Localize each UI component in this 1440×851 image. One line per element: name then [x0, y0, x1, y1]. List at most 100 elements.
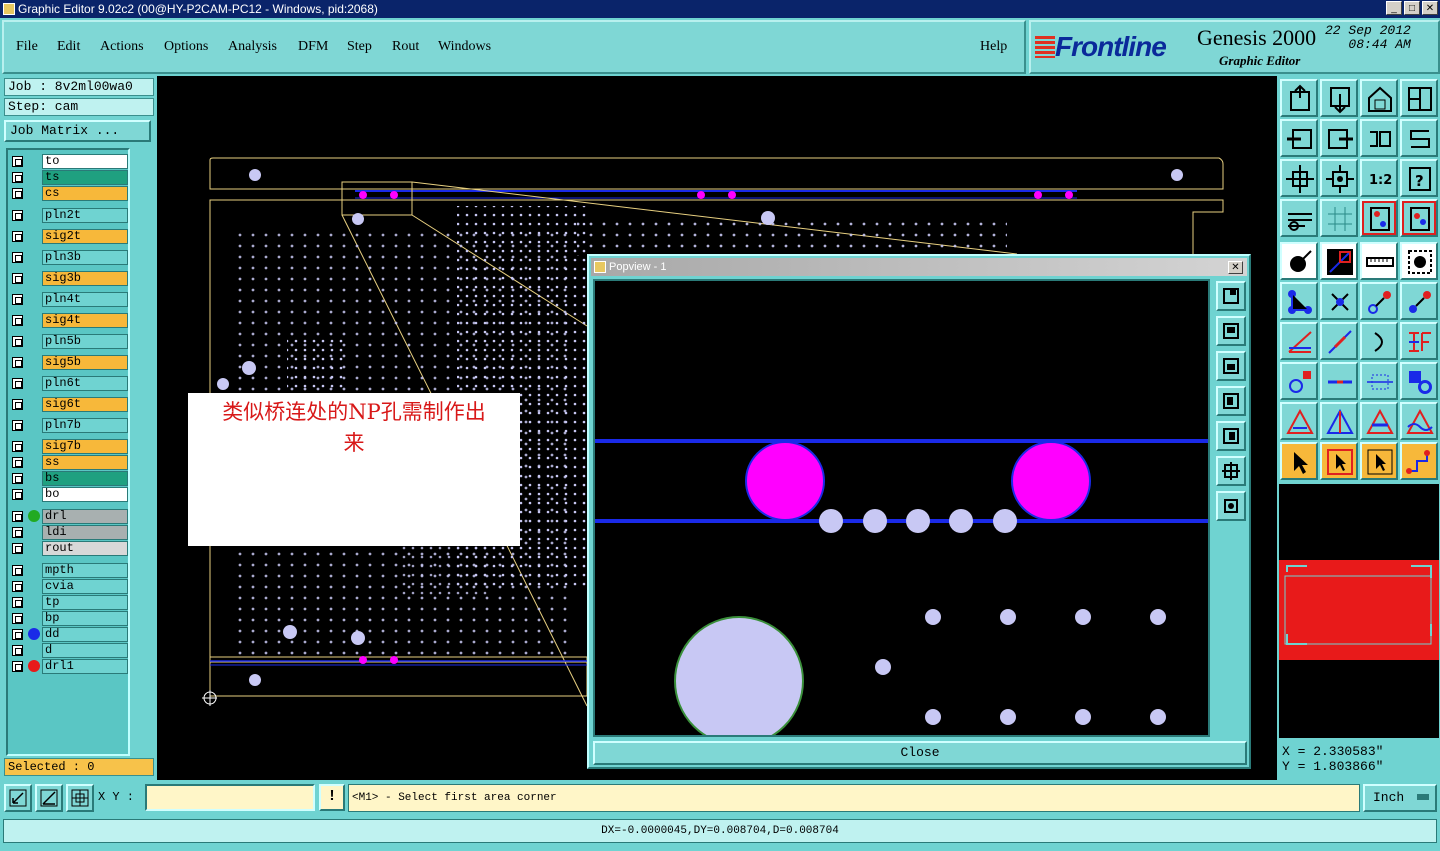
layer-name[interactable]: drl [42, 509, 128, 524]
layer-checkbox[interactable] [12, 231, 23, 242]
polygon-red-icon[interactable] [1280, 402, 1318, 440]
layer-checkbox[interactable] [12, 489, 23, 500]
menu-edit[interactable]: Edit [57, 39, 80, 55]
layer-row-pln5b[interactable]: pln5b [10, 334, 128, 349]
layer-checkbox[interactable] [12, 210, 23, 221]
snap-connect-icon[interactable] [1400, 199, 1438, 237]
segment-icon[interactable] [1320, 362, 1358, 400]
layer-name[interactable]: cvia [42, 579, 128, 594]
layer-row-mpth[interactable]: mpth [10, 563, 128, 578]
layer-checkbox[interactable] [12, 273, 23, 284]
maximize-button[interactable]: □ [1404, 1, 1420, 15]
layer-row-bs[interactable]: bs [10, 471, 128, 486]
pointer-select-icon[interactable] [1280, 442, 1318, 480]
layer-checkbox[interactable] [12, 597, 23, 608]
layer-row-pln2t[interactable]: pln2t [10, 208, 128, 223]
layer-name[interactable]: pln7b [42, 418, 128, 433]
zoom-in-icon[interactable] [1280, 159, 1318, 197]
query-icon[interactable]: ? [1400, 159, 1438, 197]
layer-name[interactable]: bs [42, 471, 128, 486]
layer-name[interactable]: pln4t [42, 292, 128, 307]
layer-name[interactable]: to [42, 154, 128, 169]
slash-line-icon[interactable] [1320, 322, 1358, 360]
layer-row-drl1[interactable]: drl1 [10, 659, 128, 674]
layer-row-sig3b[interactable]: sig3b [10, 271, 128, 286]
layer-checkbox[interactable] [12, 581, 23, 592]
polygon-mixed-icon[interactable] [1360, 402, 1398, 440]
popview-pan-right-icon[interactable] [1216, 421, 1246, 451]
select-area-icon[interactable] [1400, 242, 1438, 280]
layer-row-d[interactable]: d [10, 643, 128, 658]
layer-checkbox[interactable] [12, 457, 23, 468]
layer-checkbox[interactable] [12, 172, 23, 183]
layer-checkbox[interactable] [12, 156, 23, 167]
layer-name[interactable]: sig2t [42, 229, 128, 244]
layer-row-ts[interactable]: ts [10, 170, 128, 185]
job-matrix-button[interactable]: Job Matrix ... [4, 120, 151, 142]
layer-row-cvia[interactable]: cvia [10, 579, 128, 594]
layer-checkbox[interactable] [12, 357, 23, 368]
stretch-icon[interactable] [1360, 362, 1398, 400]
layer-checkbox[interactable] [12, 315, 23, 326]
text-feature-icon[interactable] [1400, 322, 1438, 360]
popview-zoom-fit-icon[interactable] [1216, 281, 1246, 311]
home-view-icon[interactable] [1360, 79, 1398, 117]
undo-zoom-icon[interactable] [1360, 119, 1398, 157]
layer-row-ldi[interactable]: ldi [10, 525, 128, 540]
grid-icon[interactable] [1320, 199, 1358, 237]
layer-name[interactable]: ts [42, 170, 128, 185]
snap-pads-icon[interactable] [1360, 199, 1398, 237]
layer-name[interactable]: bo [42, 487, 128, 502]
delete-feature-icon[interactable] [1320, 282, 1358, 320]
layer-row-pln4t[interactable]: pln4t [10, 292, 128, 307]
window-home-icon[interactable] [1280, 79, 1318, 117]
popview-close-button[interactable]: Close [593, 741, 1247, 765]
route-path-icon[interactable] [1400, 442, 1438, 480]
layer-checkbox[interactable] [12, 188, 23, 199]
menu-analysis[interactable]: Analysis [228, 39, 277, 55]
pan-right-icon[interactable] [1320, 119, 1358, 157]
layer-row-pln6t[interactable]: pln6t [10, 376, 128, 391]
popview-pan-up-icon[interactable] [1216, 316, 1246, 346]
add-feature-icon[interactable] [1280, 242, 1318, 280]
layer-checkbox[interactable] [12, 511, 23, 522]
popview-pan-down-icon[interactable] [1216, 351, 1246, 381]
minimize-button[interactable]: _ [1386, 1, 1402, 15]
layer-checkbox[interactable] [12, 565, 23, 576]
layer-name[interactable]: cs [42, 186, 128, 201]
surface-icon[interactable] [1400, 362, 1438, 400]
pointer-box-icon[interactable] [1320, 442, 1358, 480]
layer-row-ss[interactable]: ss [10, 455, 128, 470]
layer-name[interactable]: ldi [42, 525, 128, 540]
layer-checkbox[interactable] [12, 294, 23, 305]
popview-canvas[interactable] [593, 279, 1210, 746]
polygon-blue-icon[interactable] [1320, 402, 1358, 440]
overview-map[interactable] [1279, 484, 1439, 738]
window-down-icon[interactable] [1320, 79, 1358, 117]
layer-row-sig5b[interactable]: sig5b [10, 355, 128, 370]
snap-grid-icon[interactable] [66, 784, 94, 812]
layer-name[interactable]: pln2t [42, 208, 128, 223]
angle-line-icon[interactable] [1280, 322, 1318, 360]
line-draw-icon[interactable] [1320, 242, 1358, 280]
popview-zoom-out-icon[interactable] [1216, 491, 1246, 521]
layer-name[interactable]: rout [42, 541, 128, 556]
layer-name[interactable]: sig3b [42, 271, 128, 286]
layer-row-bp[interactable]: bp [10, 611, 128, 626]
polygon-wave-icon[interactable] [1400, 402, 1438, 440]
menu-options[interactable]: Options [164, 39, 208, 55]
popview-zoom-in-icon[interactable] [1216, 456, 1246, 486]
layer-name[interactable]: tp [42, 595, 128, 610]
redraw-icon[interactable] [1400, 119, 1438, 157]
layer-row-sig6t[interactable]: sig6t [10, 397, 128, 412]
layer-name[interactable]: pln5b [42, 334, 128, 349]
close-window-button[interactable]: ✕ [1422, 1, 1438, 15]
menu-file[interactable]: File [16, 39, 38, 55]
split-view-icon[interactable] [1400, 79, 1438, 117]
layer-checkbox[interactable] [12, 420, 23, 431]
layer-checkbox[interactable] [12, 527, 23, 538]
net-connect-icon[interactable] [1280, 282, 1318, 320]
pan-left-icon[interactable] [1280, 119, 1318, 157]
layer-name[interactable]: sig6t [42, 397, 128, 412]
zoom-out-icon[interactable] [1320, 159, 1358, 197]
